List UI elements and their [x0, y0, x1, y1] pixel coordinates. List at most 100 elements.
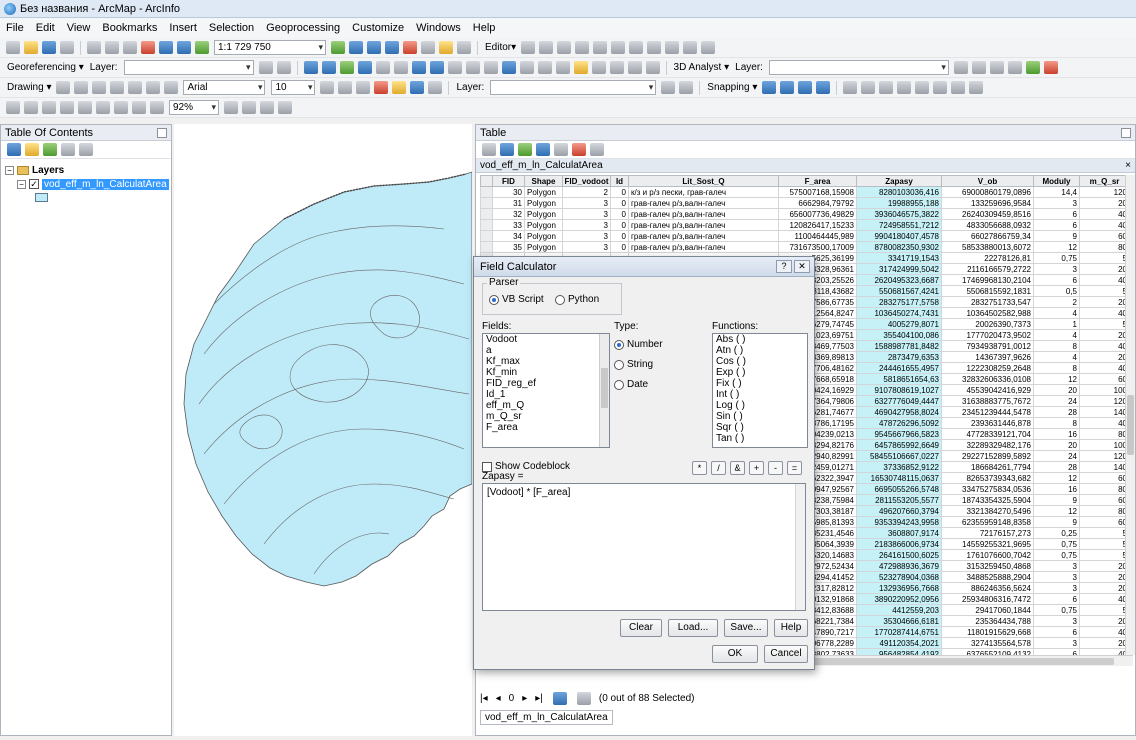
field-item[interactable]: Vodoot	[483, 334, 609, 345]
column-header-zapasy[interactable]: Zapasy	[856, 175, 942, 187]
cancel-button[interactable]: Cancel	[764, 645, 808, 663]
go-forward-extent-icon[interactable]	[150, 101, 164, 114]
arcscene-icon[interactable]	[1025, 61, 1040, 74]
table-cell[interactable]: 472988936,3679	[856, 560, 942, 572]
table-cell[interactable]: 0,25	[1033, 527, 1080, 539]
table-cell[interactable]: 4690427958,8024	[856, 406, 942, 418]
table-cell[interactable]: 283275177,5758	[856, 296, 942, 308]
table-cell[interactable]: 62355959148,8358	[941, 516, 1034, 528]
open-icon[interactable]	[24, 41, 38, 54]
table-cell[interactable]: 0,75	[1033, 604, 1080, 616]
table-cell[interactable]: 23451239444,5478	[941, 406, 1034, 418]
zoom-out-icon[interactable]	[321, 61, 336, 74]
table-cell[interactable]: 0,75	[1033, 538, 1080, 550]
rotate-icon[interactable]	[258, 61, 273, 74]
table-tab[interactable]: vod_eff_m_ln_CalculatArea	[480, 710, 613, 725]
table-cell[interactable]: 2832751733,547	[941, 296, 1034, 308]
table-cell[interactable]: 8	[1033, 362, 1080, 374]
map-view[interactable]	[174, 124, 472, 736]
table-cell[interactable]: 7934938791,0012	[941, 340, 1034, 352]
table-cell[interactable]: 0	[610, 208, 629, 220]
table-cell[interactable]: 4412559,203	[856, 604, 942, 616]
table-cell[interactable]: 3	[1033, 560, 1080, 572]
layer-options-icon[interactable]	[661, 81, 676, 94]
switch-selection-icon[interactable]	[536, 143, 550, 156]
row-selector[interactable]	[480, 197, 493, 209]
point-icon[interactable]	[611, 41, 626, 54]
marker-color-icon[interactable]	[428, 81, 443, 94]
column-header-id[interactable]: Id	[610, 175, 629, 187]
contour-icon[interactable]	[953, 61, 968, 74]
font-size-combo[interactable]: 10	[271, 80, 316, 95]
table-cell[interactable]: 58455106667,0227	[856, 450, 942, 462]
table-cell[interactable]: 3890220952,0956	[856, 593, 942, 605]
layout-zoom-combo[interactable]: 92%	[169, 100, 219, 115]
menu-help[interactable]: Help	[473, 22, 496, 34]
select-elements-icon[interactable]	[56, 81, 71, 94]
fields-scrollbar[interactable]	[599, 334, 609, 447]
measure-icon[interactable]	[555, 61, 570, 74]
table-cell[interactable]: 5	[1079, 604, 1130, 616]
create-features-icon[interactable]	[701, 41, 716, 54]
field-item[interactable]: FID_reg_ef	[483, 378, 609, 389]
column-header-lit-sost[interactable]: Lit_Sost_Q	[628, 175, 779, 187]
radio-icon[interactable]	[614, 379, 624, 390]
radio-selected-icon[interactable]	[614, 339, 624, 350]
search-window-icon[interactable]	[385, 41, 399, 54]
save-expression-button[interactable]: Save...	[724, 619, 768, 637]
drawing-layer-combo[interactable]	[490, 80, 657, 95]
underline-icon[interactable]	[356, 81, 371, 94]
table-cell[interactable]: 80	[1079, 483, 1130, 495]
table-cell[interactable]: 886246356,5624	[941, 582, 1034, 594]
column-header-moduly[interactable]: Moduly	[1033, 175, 1080, 187]
table-cell[interactable]: 5	[1079, 549, 1130, 561]
table-row[interactable]: 31 Polygon 3 0 грав-галеч р/з,валн-галеч 6662…	[480, 197, 1130, 209]
editor-menu[interactable]: Editor▾	[485, 42, 516, 53]
table-cell[interactable]: 16530748115,0637	[856, 472, 942, 484]
paste-icon[interactable]	[123, 41, 137, 54]
table-cell[interactable]: 80	[1079, 241, 1130, 253]
related-tables-icon[interactable]	[500, 143, 514, 156]
split-icon[interactable]	[629, 41, 644, 54]
layer-symbol-swatch[interactable]	[35, 193, 48, 202]
table-cell[interactable]: 133259696,9584	[941, 197, 1034, 209]
table-cell[interactable]: 5	[1079, 538, 1130, 550]
list-by-visibility-icon[interactable]	[43, 143, 57, 156]
table-cell[interactable]: 496207660,3794	[856, 505, 942, 517]
table-cell[interactable]: 18743354325,5904	[941, 494, 1034, 506]
limited-adjust-icon[interactable]	[915, 81, 930, 94]
table-cell[interactable]: 45539042416,929	[941, 384, 1034, 396]
pan-icon[interactable]	[339, 61, 354, 74]
table-cell[interactable]: 120	[1079, 186, 1130, 198]
table-cell[interactable]: 1036450274,7431	[856, 307, 942, 319]
menu-geoprocessing[interactable]: Geoprocessing	[266, 22, 340, 34]
table-cell[interactable]: 9904180407,4578	[856, 230, 942, 242]
show-selected-records-icon[interactable]	[576, 691, 591, 705]
table-cell[interactable]: 6	[1033, 593, 1080, 605]
table-cell[interactable]: 0	[610, 186, 629, 198]
displacement-links-icon[interactable]	[861, 81, 876, 94]
back-icon[interactable]	[411, 61, 426, 74]
column-header-fid-vodoot[interactable]: FID_vodoot	[562, 175, 611, 187]
table-cell[interactable]: 731673500,17009	[778, 241, 857, 253]
table-cell[interactable]: 3	[1033, 615, 1080, 627]
table-cell[interactable]: 3321384270,5496	[941, 505, 1034, 517]
view-links-icon[interactable]	[969, 81, 984, 94]
table-cell[interactable]: 1770287414,6751	[856, 626, 942, 638]
table-cell[interactable]: 20	[1079, 329, 1130, 341]
collapse-icon[interactable]: −	[5, 165, 14, 175]
table-cell[interactable]: 235364434,788	[941, 615, 1034, 627]
table-cell[interactable]: 5	[1079, 527, 1130, 539]
table-cell[interactable]: 140	[1079, 461, 1130, 473]
expression-textarea[interactable]: [Vodoot] * [F_area]	[482, 483, 806, 611]
edge-snapping-icon[interactable]	[816, 81, 831, 94]
profile-graph-icon[interactable]	[1007, 61, 1022, 74]
close-table-icon[interactable]	[590, 143, 604, 156]
point-snapping-icon[interactable]	[762, 81, 777, 94]
table-cell[interactable]: 0,75	[1033, 252, 1080, 264]
checkbox-icon[interactable]	[482, 461, 492, 472]
fixed-zoom-in-layout-icon[interactable]	[96, 101, 110, 114]
arcglobe-icon[interactable]	[1043, 61, 1058, 74]
multiply-button[interactable]: *	[692, 461, 707, 475]
table-cell[interactable]: 3	[1033, 582, 1080, 594]
